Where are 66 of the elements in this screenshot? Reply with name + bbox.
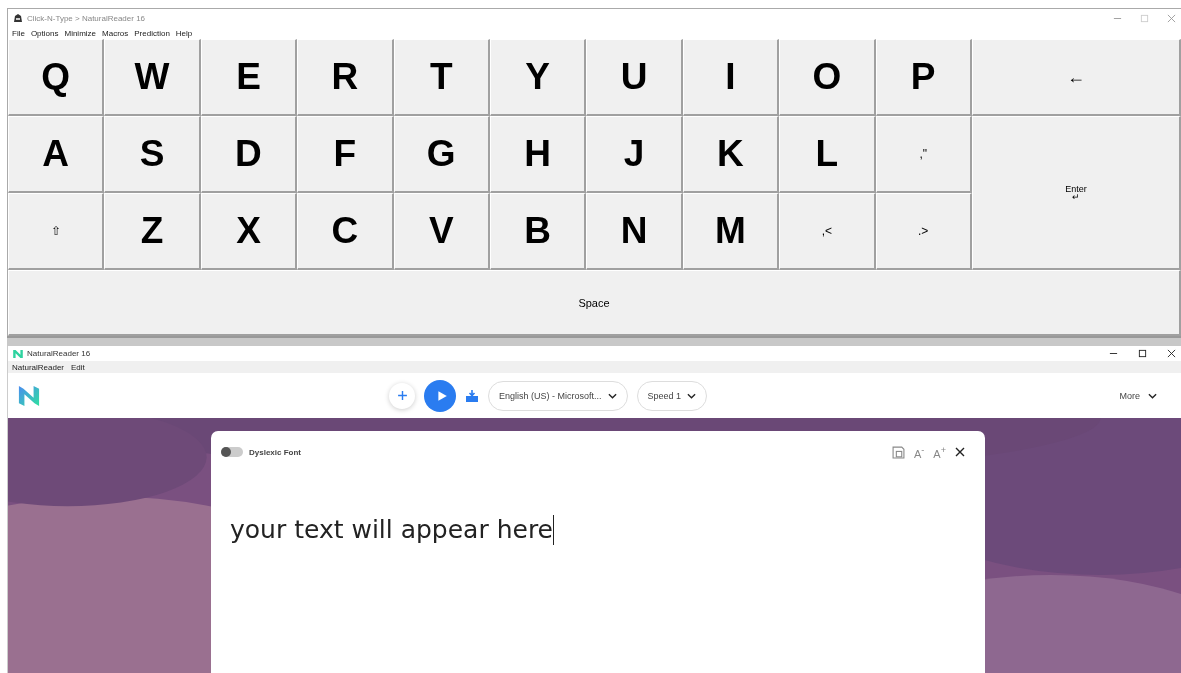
menu-item[interactable]: File [12, 28, 25, 38]
maximize-icon[interactable] [1138, 349, 1147, 358]
key[interactable]: B [489, 193, 587, 270]
key[interactable]: P [875, 39, 972, 116]
increase-font-button[interactable]: A$^{+}$ [933, 445, 946, 460]
voice-dropdown[interactable]: English (US) - Microsoft... [488, 380, 628, 411]
menu-item[interactable]: Options [30, 28, 59, 38]
menu-item[interactable]: Minimize [64, 28, 97, 38]
window-title: Click-N-Type > NaturalReader 16 [27, 13, 146, 23]
key[interactable]: G [393, 116, 490, 193]
menu-item[interactable]: Help [175, 28, 193, 38]
window-title: NaturalReader 16 [27, 349, 91, 358]
chevron-down-icon [1148, 392, 1157, 399]
key[interactable]: H [489, 116, 587, 193]
play-icon [435, 389, 448, 402]
key[interactable]: R [297, 39, 394, 116]
close-icon[interactable] [1167, 349, 1176, 358]
toggle-label: Dyslexic Font [249, 447, 301, 457]
close-icon[interactable] [955, 447, 965, 458]
key[interactable]: .> [875, 193, 972, 270]
key[interactable]: C [297, 193, 394, 270]
key[interactable]: ,< [779, 193, 876, 270]
key[interactable]: Y [489, 39, 587, 116]
key[interactable]: Q [8, 39, 105, 116]
menu-item[interactable]: Macros [102, 28, 129, 38]
add-button[interactable] [389, 382, 415, 409]
download-icon[interactable] [465, 388, 479, 403]
key[interactable]: D [200, 116, 298, 193]
key[interactable]: X [200, 193, 298, 270]
key[interactable]: I [682, 39, 780, 116]
enter-key[interactable]: Enter ↵ [971, 116, 1181, 270]
key[interactable]: O [779, 39, 876, 116]
key[interactable]: U [586, 39, 683, 116]
backspace-key[interactable]: ← [971, 39, 1181, 116]
menu-item[interactable]: NaturalReader [12, 362, 65, 372]
chevron-down-icon [607, 392, 617, 399]
speed-dropdown[interactable]: Speed 1 [636, 380, 708, 411]
chevron-down-icon [687, 392, 697, 399]
save-icon[interactable] [891, 445, 905, 459]
key[interactable]: L [779, 116, 876, 193]
key[interactable]: S [104, 116, 201, 193]
key[interactable]: A [8, 116, 105, 193]
key[interactable]: M [682, 193, 780, 270]
key[interactable]: E [200, 39, 298, 116]
key[interactable]: T [393, 39, 490, 116]
play-button[interactable] [424, 379, 456, 412]
dyslexic-font-toggle[interactable] [221, 447, 243, 458]
decrease-font-button[interactable]: A$^{-}$ [913, 445, 925, 460]
space-key[interactable]: Space [8, 270, 1181, 336]
key[interactable]: W [104, 39, 201, 116]
more-menu[interactable]: More [1113, 389, 1163, 402]
key[interactable]: ," [875, 116, 972, 193]
key[interactable]: F [297, 116, 394, 193]
key[interactable]: J [586, 116, 683, 193]
key[interactable]: Z [104, 193, 201, 270]
key[interactable]: N [586, 193, 683, 270]
logo-icon [18, 384, 40, 407]
plus-icon [396, 390, 408, 401]
key[interactable]: K [682, 116, 780, 193]
app-icon [13, 13, 23, 23]
key[interactable]: V [393, 193, 490, 270]
text-area[interactable]: your text will appear here [230, 514, 554, 545]
logo-icon [13, 349, 23, 358]
key[interactable]: ⇧ [8, 193, 105, 270]
menu-item[interactable]: Edit [71, 362, 85, 372]
menu-item[interactable]: Prediction [134, 28, 170, 38]
